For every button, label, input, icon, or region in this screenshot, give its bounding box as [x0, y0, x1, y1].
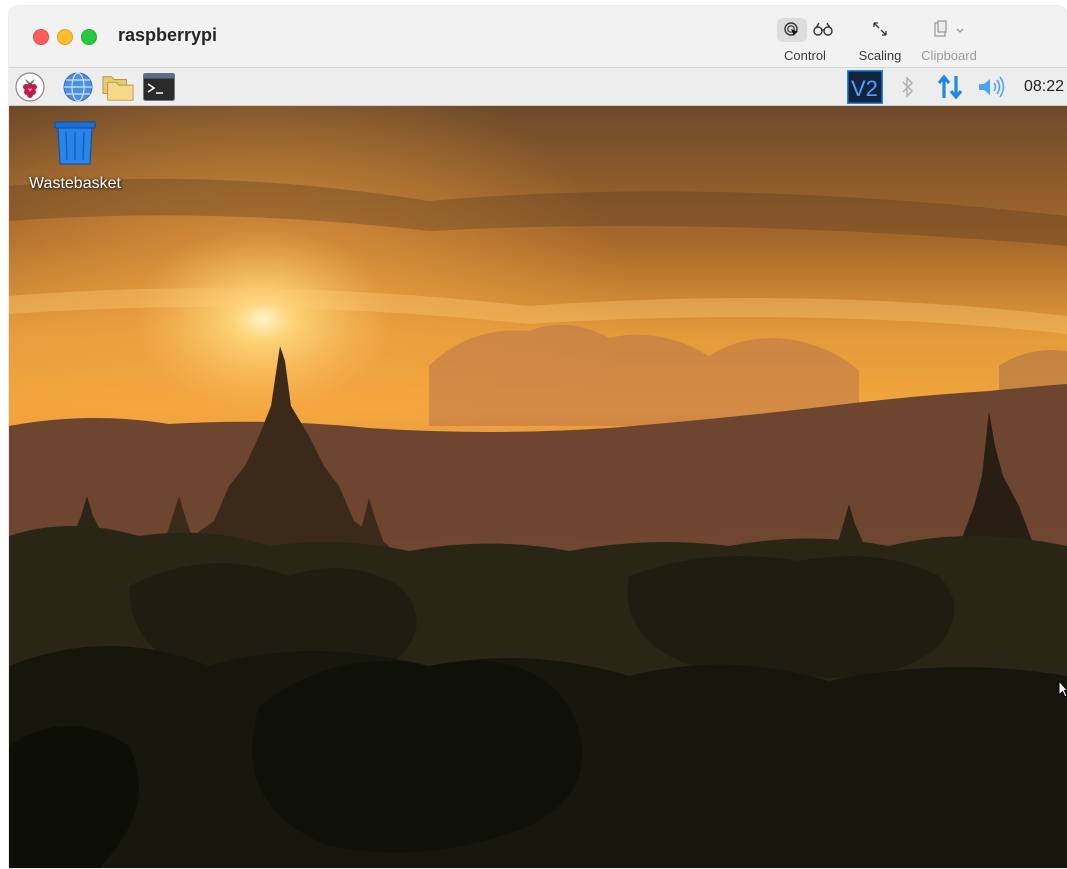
close-window-button[interactable] [33, 29, 49, 45]
trash-icon[interactable] [51, 120, 99, 166]
clipboard-icon[interactable] [933, 19, 949, 41]
raspberry-menu-icon[interactable] [14, 71, 46, 103]
chevron-down-icon[interactable] [955, 23, 965, 38]
maximize-window-button[interactable] [81, 29, 97, 45]
desktop-icon-label: Wastebasket [29, 175, 121, 192]
binoculars-icon[interactable] [813, 21, 833, 40]
network-icon[interactable] [934, 71, 966, 103]
clipboard-button[interactable]: Clipboard [916, 18, 982, 63]
clipboard-label: Clipboard [921, 48, 977, 63]
lxde-taskbar: V2 08:22 [9, 68, 1067, 106]
title-bar: raspberrypi Control Scaling Clipboard [9, 6, 1067, 68]
volume-icon[interactable] [974, 71, 1010, 103]
vnc-server-icon[interactable]: V2 [847, 70, 883, 104]
desktop[interactable]: Wastebasket [9, 106, 1067, 868]
panel-clock[interactable]: 08:22 [1024, 78, 1064, 96]
bluetooth-icon[interactable] [895, 71, 921, 103]
scaling-icon[interactable] [872, 21, 888, 40]
control-button[interactable]: Control [773, 18, 837, 63]
window-title: raspberrypi [118, 25, 218, 45]
scaling-label: Scaling [858, 48, 902, 63]
desktop-icon-wastebasket[interactable]: Wastebasket [23, 120, 127, 193]
vnc-viewer-window: raspberrypi Control Scaling Clipboard V2… [9, 6, 1067, 868]
desktop-wallpaper [9, 106, 1067, 868]
svg-text:V2: V2 [851, 76, 878, 101]
terminal-icon[interactable] [143, 71, 175, 103]
mouse-pointer-icon [1058, 679, 1067, 703]
file-manager-icon[interactable] [102, 71, 134, 103]
pointer-control-icon[interactable] [777, 18, 807, 42]
control-label: Control [784, 48, 826, 63]
web-browser-icon[interactable] [62, 71, 94, 103]
scaling-button[interactable]: Scaling [852, 18, 908, 63]
minimize-window-button[interactable] [57, 29, 73, 45]
